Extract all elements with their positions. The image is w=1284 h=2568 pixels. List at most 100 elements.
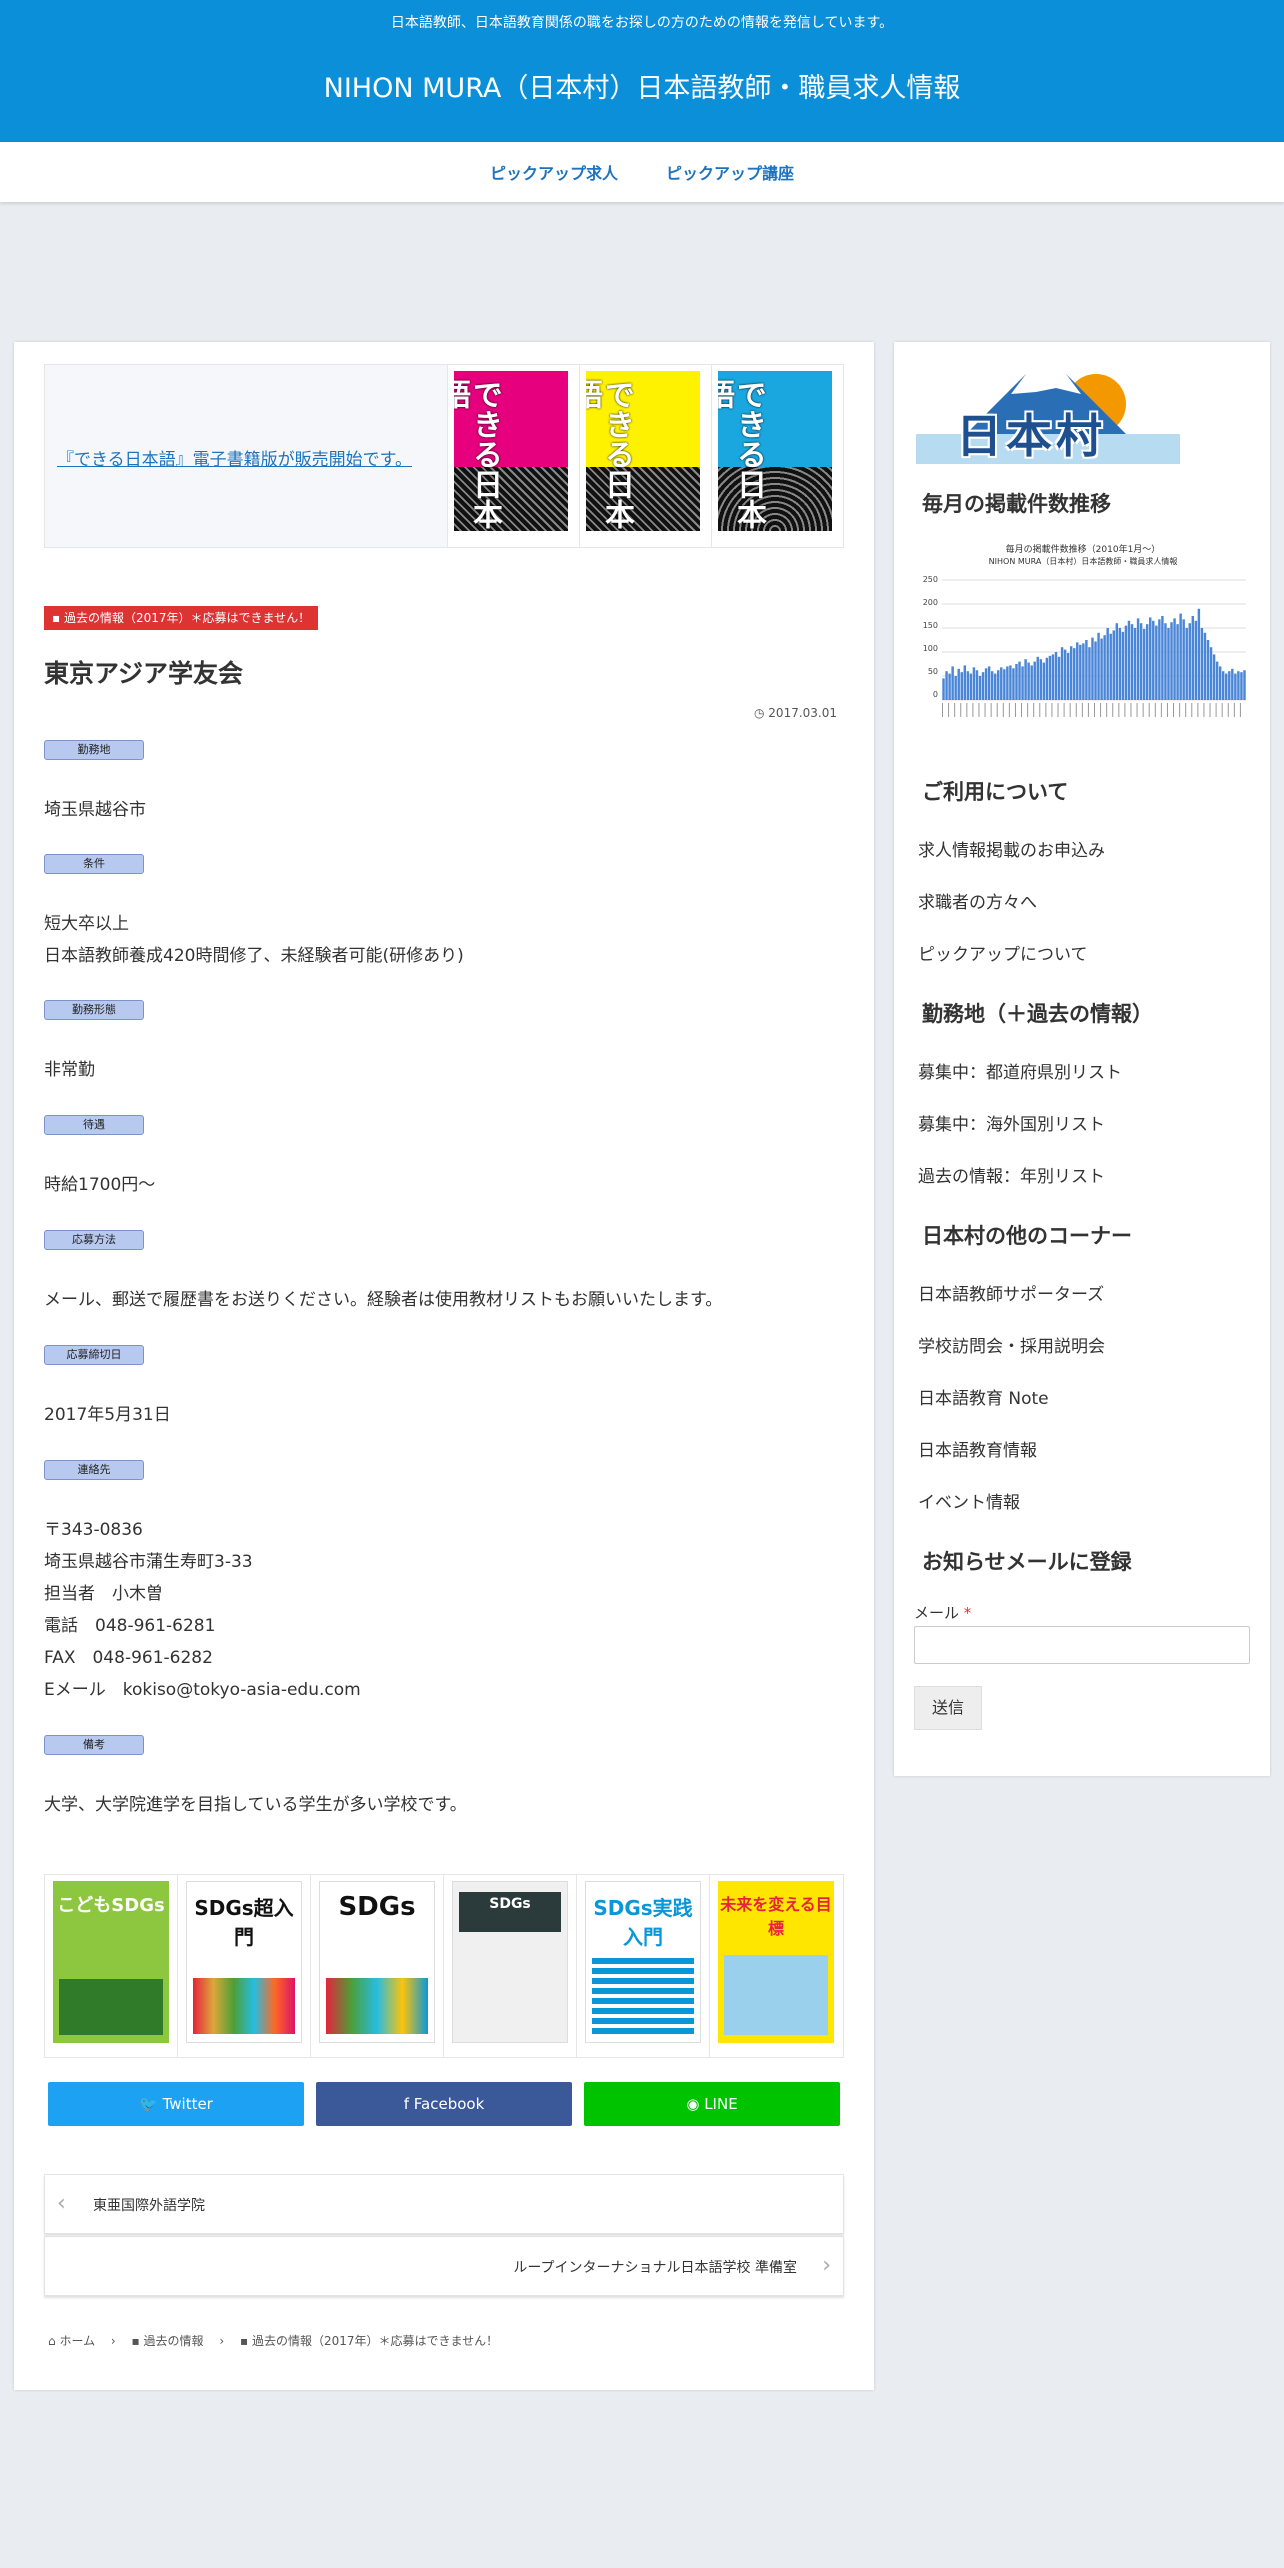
chart-bar [975, 670, 979, 700]
sidebar-link-info[interactable]: 日本語教育情報 [918, 1436, 1037, 1461]
promo-book-2[interactable]: できる日本語 [579, 365, 711, 547]
y-tick-label: 250 [922, 575, 938, 584]
nihonmura-logo[interactable]: 日本村 [916, 364, 1180, 466]
chart-bar [1152, 620, 1155, 700]
x-tick-mark [1203, 703, 1205, 717]
chart-bar [1139, 623, 1143, 700]
x-tick-mark [1094, 703, 1095, 717]
next-post-link[interactable]: ループインターナショナル日本語学校 準備室 › [44, 2236, 844, 2296]
x-tick-mark [1106, 703, 1108, 717]
chart-bar [1091, 637, 1094, 700]
section-text: 〒343-0836 [44, 1520, 143, 1540]
x-tick-mark [942, 703, 943, 717]
chart-bar [1185, 628, 1188, 700]
chart-bar [1045, 657, 1049, 700]
sidebar-link-school-visit[interactable]: 学校訪問会・採用説明会 [918, 1332, 1105, 1357]
folder-icon: ▪ [131, 2334, 144, 2348]
chart-bar [1036, 656, 1039, 700]
x-tick-mark [972, 703, 974, 717]
line-icon: ◉ [686, 2095, 705, 2113]
chart-bar [1158, 619, 1161, 700]
sidebar-link-events[interactable]: イベント情報 [918, 1488, 1020, 1513]
sdg-book-4[interactable]: SDGs [444, 1875, 577, 2057]
chart-bar [1212, 654, 1216, 700]
site-title[interactable]: NIHON MURA（日本村）日本語教師・職員求人情報 [0, 66, 1284, 105]
promo-book-1[interactable]: できる日本語 [447, 365, 579, 547]
chart-bar [1206, 640, 1210, 700]
sidebar-link-apply[interactable]: 求人情報掲載のお申込み [918, 836, 1105, 861]
sidebar-link-overseas[interactable]: 募集中：海外国別リスト [918, 1110, 1105, 1135]
x-tick-mark [1002, 703, 1004, 717]
x-tick-mark [996, 703, 998, 717]
chart-bar [969, 673, 973, 700]
chart-bar [963, 665, 967, 700]
promo-link[interactable]: 『できる日本語』電子書籍版が販売開始です。 [57, 445, 412, 470]
x-tick-mark [1081, 703, 1083, 717]
email-field[interactable] [914, 1626, 1250, 1664]
twitter-icon: 🐦 [139, 2095, 163, 2113]
breadcrumb-cat1[interactable]: 過去の情報 [144, 2334, 204, 2348]
prev-post-link[interactable]: ‹ 東亜国際外語学院 [44, 2174, 844, 2234]
section-text: メール、郵送で履歴書をお送りください。経験者は使用教材リストもお願いいたします。 [44, 1290, 723, 1310]
section-label: 待遇 [44, 1115, 144, 1135]
y-tick-label: 100 [922, 644, 938, 653]
share-line-button[interactable]: ◉ LINE [584, 2082, 840, 2126]
chart-bar [1057, 656, 1061, 700]
chart-bar [978, 676, 982, 700]
chevron-right-icon: › [822, 2253, 831, 2278]
chart-bar [990, 671, 994, 700]
main-nav: ピックアップ求人 ピックアップ講座 [0, 142, 1284, 202]
breadcrumb-home[interactable]: ホーム [59, 2334, 95, 2348]
main-content: 『できる日本語』電子書籍版が販売開始です。 できる日本語 できる日本語 できる日… [14, 342, 874, 2390]
chart-bar [987, 666, 991, 700]
nav-item-pickup-courses[interactable]: ピックアップ講座 [666, 160, 794, 184]
nav-item-pickup-jobs[interactable]: ピックアップ求人 [490, 160, 618, 184]
breadcrumb-cat2[interactable]: 過去の情報（2017年）＊応募はできません！ [252, 2334, 498, 2348]
sdg-book-5[interactable]: SDGs実践入門 [577, 1875, 710, 2057]
chart-bar [1094, 641, 1097, 700]
category-badge[interactable]: ▪ 過去の情報（2017年）＊応募はできません！ [44, 606, 319, 630]
x-tick-mark [1069, 703, 1071, 717]
submit-button[interactable]: 送信 [914, 1686, 982, 1730]
section-text: 時給1700円～ [44, 1175, 156, 1195]
chart-bar [960, 672, 963, 700]
x-tick-mark [1227, 703, 1229, 717]
chart-bar [1082, 643, 1085, 700]
x-tick-mark [1112, 703, 1114, 717]
chart-bar [1203, 632, 1207, 700]
share-facebook-button[interactable]: f Facebook [316, 2082, 572, 2126]
sidebar-link-past[interactable]: 過去の情報：年別リスト [918, 1162, 1105, 1187]
logo-text: 日本村 [956, 409, 1106, 463]
x-tick-mark [1014, 703, 1016, 717]
sidebar-link-note[interactable]: 日本語教育 Note [918, 1384, 1049, 1409]
chart-bar [1015, 664, 1018, 700]
sdg-book-6[interactable]: 未来を変える目標 [710, 1875, 843, 2057]
sdg-book-1[interactable]: こどもSDGs [45, 1875, 178, 2057]
chart-bar [945, 671, 948, 700]
sidebar-link-prefecture[interactable]: 募集中：都道府県別リスト [918, 1058, 1122, 1083]
usage-heading: ご利用について [922, 780, 1069, 804]
sdg-book-3[interactable]: SDGs [311, 1875, 444, 2057]
book-title: こどもSDGs [57, 1895, 165, 1916]
sidebar-link-supporters[interactable]: 日本語教師サポーターズ [918, 1280, 1104, 1305]
chart-subtitle: NIHON MURA（日本村）日本語教師・職員求人情報 [988, 557, 1178, 566]
section-label: 勤務地 [44, 740, 144, 760]
x-tick-mark [1154, 703, 1156, 717]
sidebar-link-pickup[interactable]: ピックアップについて [918, 940, 1088, 965]
sdg-book-2[interactable]: SDGs超入門 [178, 1875, 311, 2057]
sidebar-link-jobseekers[interactable]: 求職者の方々へ [918, 888, 1037, 913]
chart-bar [1155, 625, 1158, 700]
chevron-left-icon: ‹ [57, 2191, 66, 2216]
y-tick-label: 200 [922, 598, 938, 607]
chart-bar [1221, 671, 1225, 700]
x-tick-mark [1051, 703, 1053, 717]
chart-bar [1133, 628, 1137, 700]
chart-bar [1191, 616, 1195, 700]
monthly-postings-chart: 毎月の掲載件数推移（2010年1月～） NIHON MURA（日本村）日本語教師… [918, 542, 1248, 742]
share-twitter-button[interactable]: 🐦 Twitter [48, 2082, 304, 2126]
promo-book-3[interactable]: できる日本語 [711, 365, 843, 547]
x-tick-mark [966, 703, 968, 717]
x-tick-mark [1166, 703, 1168, 717]
mail-heading: お知らせメールに登録 [922, 1550, 1132, 1574]
book-title: SDGs [489, 1896, 531, 1912]
